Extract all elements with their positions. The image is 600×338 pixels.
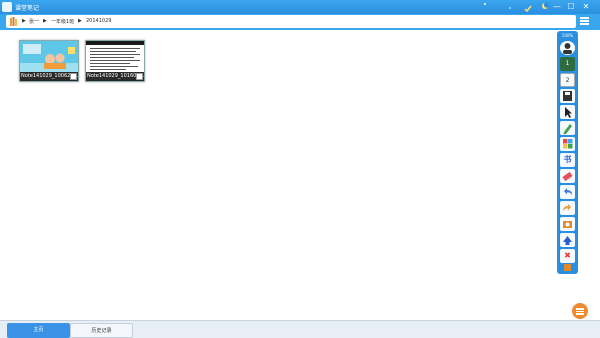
address-bar: ▶ 张一 ▶ 一年级1班 ▶ 20141029 <box>0 14 600 30</box>
app-logo-icon <box>2 2 12 12</box>
color-palette-icon[interactable] <box>560 137 575 151</box>
breadcrumb-item-date[interactable]: 20141029 <box>86 18 111 24</box>
avatar-icon[interactable] <box>560 41 575 55</box>
page-2-icon[interactable]: 2 <box>560 73 575 87</box>
books-icon <box>10 17 17 26</box>
pen-icon[interactable] <box>560 121 575 135</box>
note-checkbox[interactable] <box>136 73 143 80</box>
floating-menu-button[interactable] <box>572 303 588 319</box>
zoom-label: 100% <box>561 33 574 38</box>
chevron-right-icon: ▶ <box>43 18 47 24</box>
breadcrumb: ▶ 张一 ▶ 一年级1班 ▶ 20141029 <box>6 15 576 28</box>
window-title: 课堂笔记 <box>15 5 40 12</box>
export-icon[interactable] <box>560 233 575 247</box>
save-icon[interactable] <box>560 89 575 103</box>
screenshot-icon[interactable] <box>560 217 575 231</box>
undo-icon[interactable] <box>560 185 575 199</box>
page-1-icon[interactable]: 1 <box>560 57 575 71</box>
close-window-button[interactable]: ✕ <box>581 2 591 12</box>
classroom-cartoon-thumbnail <box>20 41 78 72</box>
title-bar: 课堂笔记 — ☐ ✕ <box>0 0 600 14</box>
bottom-tab-bar: 主页 历史记录 <box>0 320 600 338</box>
chevron-right-icon: ▶ <box>78 18 82 24</box>
note-checkbox[interactable] <box>70 73 77 80</box>
pointer-icon[interactable] <box>560 105 575 119</box>
breadcrumb-item-teacher[interactable]: 张一 <box>29 18 39 25</box>
redo-icon[interactable] <box>560 201 575 215</box>
note-thumbnail[interactable]: Note141029_101601... <box>85 40 145 82</box>
right-toolbar: 100% 1 2 书 ✖ <box>557 31 578 274</box>
eraser-icon[interactable] <box>560 169 575 183</box>
close-icon[interactable]: ✖ <box>560 249 575 263</box>
decoration-stars-icon <box>484 2 550 13</box>
tab-home[interactable]: 主页 <box>7 323 70 338</box>
maximize-button[interactable]: ☐ <box>566 2 576 12</box>
box-icon[interactable] <box>560 263 575 272</box>
tab-history[interactable]: 历史记录 <box>70 323 133 338</box>
minimize-button[interactable]: — <box>552 2 562 12</box>
note-thumbnail[interactable]: Note141029_100626... <box>19 40 79 82</box>
breadcrumb-item-class[interactable]: 一年级1班 <box>51 18 74 25</box>
book-icon[interactable]: 书 <box>560 153 575 167</box>
menu-icon[interactable] <box>580 17 589 25</box>
chevron-right-icon: ▶ <box>22 18 26 24</box>
text-document-thumbnail <box>86 41 144 72</box>
notes-grid: Note141029_100626... Note141029_101601..… <box>0 30 556 320</box>
